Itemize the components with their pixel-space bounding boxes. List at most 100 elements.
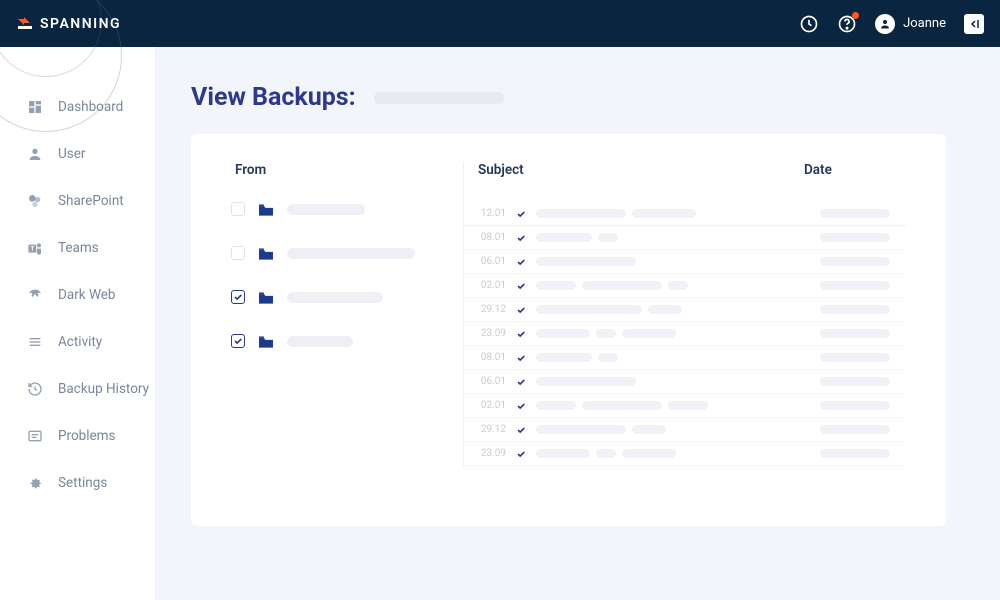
subject-row[interactable]: 08.01 — [464, 346, 906, 370]
pill-group — [536, 449, 810, 458]
subject-placeholder — [598, 353, 618, 362]
timestamp: 06.01 — [480, 256, 506, 267]
subject-placeholder — [536, 329, 590, 338]
subject-placeholder — [536, 257, 636, 266]
check-icon — [516, 449, 526, 459]
sidebar-item-label: Backup History — [58, 381, 149, 397]
from-placeholder — [287, 204, 365, 215]
timestamp: 08.01 — [480, 232, 506, 243]
subject-row[interactable]: 06.01 — [464, 370, 906, 394]
subject-row[interactable]: 12.01 — [464, 202, 906, 226]
folder-icon — [257, 202, 275, 216]
subject-row[interactable]: 23.09 — [464, 322, 906, 346]
sidebar-item-activity[interactable]: Activity — [0, 324, 155, 360]
pill-group — [536, 281, 810, 290]
subject-placeholder — [536, 377, 636, 386]
clock-icon[interactable] — [799, 14, 819, 34]
sidebar-item-backuphistory[interactable]: Backup History — [0, 371, 155, 407]
subject-placeholder — [622, 329, 676, 338]
check-icon — [516, 401, 526, 411]
checkbox[interactable] — [231, 202, 245, 216]
from-placeholder — [287, 248, 415, 259]
from-row[interactable] — [231, 202, 463, 216]
subject-row[interactable]: 23.09 — [464, 442, 906, 466]
subject-column: Subject Date 12.0108.0106.0102.0129.1223… — [463, 162, 906, 466]
from-column: From — [231, 162, 463, 466]
title-placeholder — [374, 92, 504, 104]
sidebar-item-user[interactable]: User — [0, 136, 155, 172]
from-row[interactable] — [231, 290, 463, 304]
subject-row[interactable]: 02.01 — [464, 394, 906, 418]
subject-row[interactable]: 29.12 — [464, 298, 906, 322]
timestamp: 29.12 — [480, 304, 506, 315]
avatar-icon — [875, 14, 895, 34]
timestamp: 23.09 — [480, 448, 506, 459]
date-placeholder — [820, 353, 890, 362]
sidebar-item-label: Teams — [58, 240, 99, 256]
sidebar-item-teams[interactable]: T Teams — [0, 230, 155, 266]
brand-name: SPANNING — [40, 16, 121, 32]
logo-icon — [16, 15, 34, 33]
pill-group — [536, 353, 810, 362]
subject-placeholder — [598, 233, 618, 242]
timestamp: 02.01 — [480, 400, 506, 411]
folder-icon — [257, 290, 275, 304]
pill-group — [536, 305, 810, 314]
timestamp: 23.09 — [480, 328, 506, 339]
check-icon — [516, 209, 526, 219]
subject-row[interactable]: 02.01 — [464, 274, 906, 298]
subject-placeholder — [536, 305, 642, 314]
pill-group — [536, 377, 810, 386]
pill-group — [536, 425, 810, 434]
subject-row[interactable]: 06.01 — [464, 250, 906, 274]
subject-placeholder — [622, 449, 676, 458]
sidebar-item-darkweb[interactable]: Dark Web — [0, 277, 155, 313]
check-icon — [516, 425, 526, 435]
checkbox[interactable] — [231, 334, 245, 348]
help-icon[interactable] — [837, 14, 857, 34]
from-placeholder — [287, 292, 383, 303]
checkbox[interactable] — [231, 246, 245, 260]
subject-placeholder — [536, 233, 592, 242]
notification-badge — [852, 12, 859, 19]
timestamp: 12.01 — [480, 208, 506, 219]
collapse-button[interactable] — [964, 14, 984, 34]
app-header: SPANNING Joanne — [0, 0, 1000, 47]
user-menu[interactable]: Joanne — [875, 14, 946, 34]
subject-placeholder — [668, 401, 708, 410]
folder-icon — [257, 334, 275, 348]
main-content: View Backups: From Subject Date 12.0108.… — [155, 47, 1000, 600]
date-placeholder — [820, 209, 890, 218]
subject-placeholder — [536, 281, 576, 290]
subject-row[interactable]: 08.01 — [464, 226, 906, 250]
subject-row[interactable]: 29.12 — [464, 418, 906, 442]
pill-group — [536, 329, 810, 338]
backups-panel: From Subject Date 12.0108.0106.0102.0129… — [191, 134, 946, 526]
check-icon — [516, 233, 526, 243]
teams-icon: T — [26, 240, 44, 256]
check-icon — [516, 377, 526, 387]
sidebar-item-label: Activity — [58, 334, 102, 350]
checkbox[interactable] — [231, 290, 245, 304]
subject-placeholder — [536, 401, 576, 410]
svg-text:T: T — [30, 246, 34, 253]
sidebar: Dashboard User SharePoint T Teams Dark W… — [0, 47, 155, 600]
from-placeholder — [287, 336, 353, 347]
sidebar-item-label: Problems — [58, 428, 116, 444]
check-icon — [516, 281, 526, 291]
page-title: View Backups: — [191, 83, 356, 112]
pill-group — [536, 401, 810, 410]
timestamp: 06.01 — [480, 376, 506, 387]
timestamp: 08.01 — [480, 352, 506, 363]
subject-header: Subject — [464, 162, 796, 178]
gear-icon — [26, 475, 44, 491]
from-row[interactable] — [231, 334, 463, 348]
timestamp: 29.12 — [480, 424, 506, 435]
date-placeholder — [820, 281, 890, 290]
check-icon — [516, 353, 526, 363]
date-placeholder — [820, 449, 890, 458]
from-row[interactable] — [231, 246, 463, 260]
sidebar-item-problems[interactable]: Problems — [0, 418, 155, 454]
sidebar-item-settings[interactable]: Settings — [0, 465, 155, 501]
sidebar-item-sharepoint[interactable]: SharePoint — [0, 183, 155, 219]
